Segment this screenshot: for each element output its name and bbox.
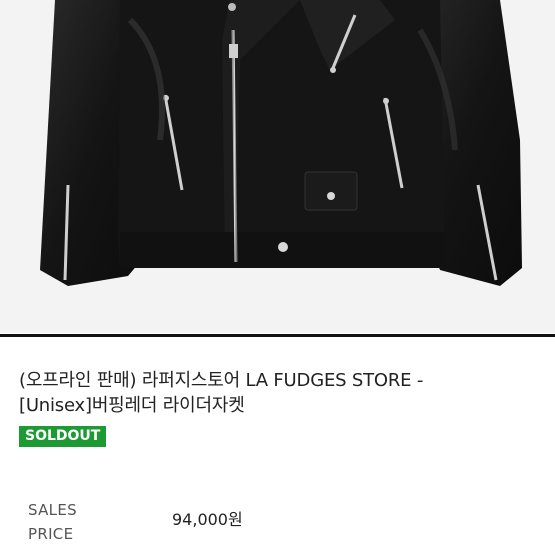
price-value: 94,000원	[172, 510, 243, 529]
soldout-badge: SOLDOUT	[19, 426, 107, 447]
product-title-line-1: (오프라인 판매) 라퍼지스토어 LA FUDGES STORE -	[19, 370, 424, 391]
product-title-line-2: [Unisex]버핑레더 라이더자켓	[19, 395, 245, 416]
product-title: (오프라인 판매) 라퍼지스토어 LA FUDGES STORE - [Unis…	[19, 368, 539, 418]
product-image[interactable]	[0, 0, 555, 333]
sales-price-label-line-1: SALES	[28, 501, 77, 519]
sales-price-label: SALES PRICE	[28, 498, 77, 546]
sales-price-label-line-2: PRICE	[28, 525, 74, 543]
leather-jacket-illustration	[0, 0, 555, 333]
section-divider	[0, 334, 555, 337]
